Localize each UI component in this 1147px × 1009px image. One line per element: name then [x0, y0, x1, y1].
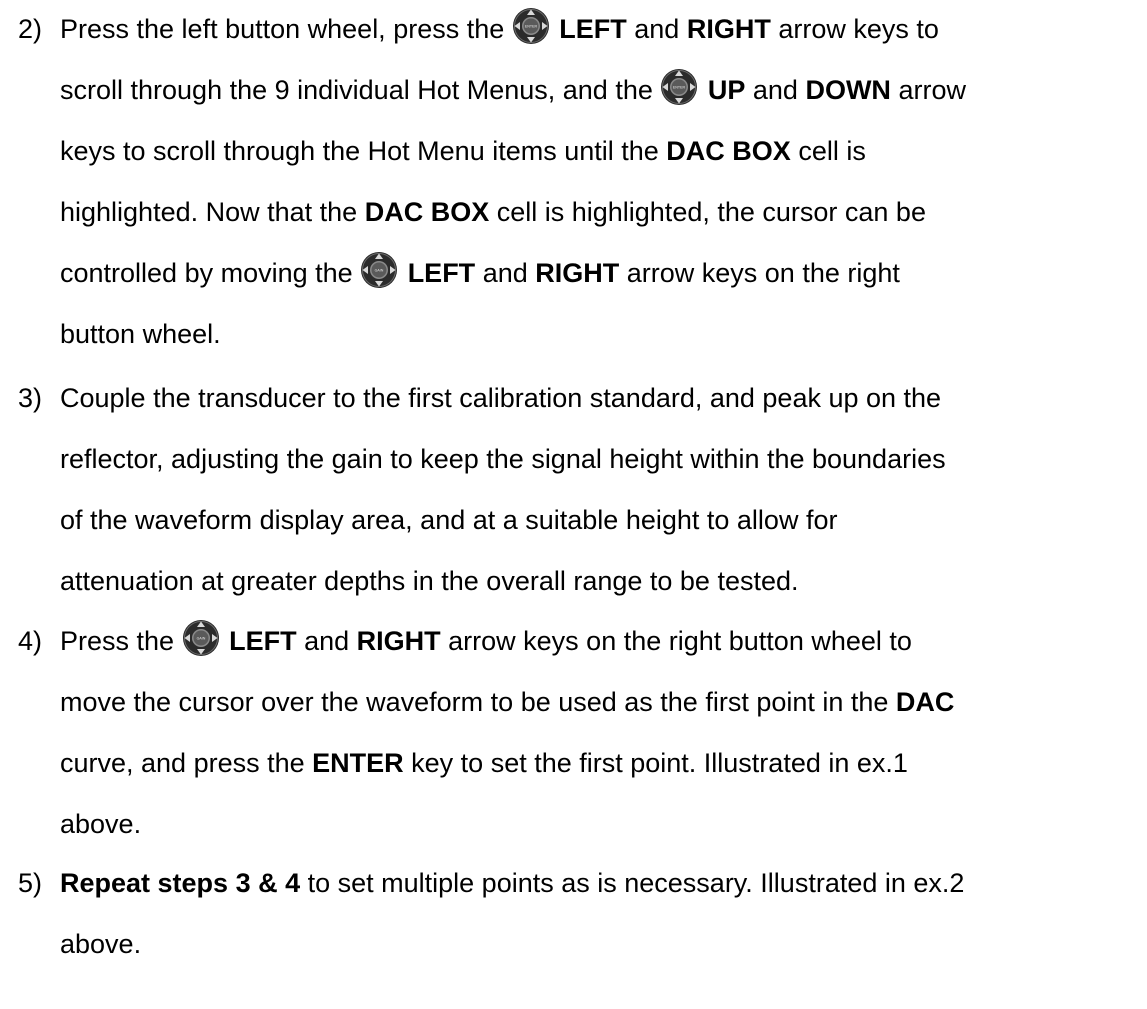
text-line: attenuation at greater depths in the ove…	[60, 554, 799, 608]
gain-wheel-icon: GAIN	[182, 619, 220, 657]
bold-term: Repeat steps 3 & 4	[60, 868, 301, 898]
text-run: scroll through the 9 individual Hot Menu…	[60, 75, 661, 105]
text-run: and	[745, 75, 806, 105]
text-run: keys to scroll through the Hot Menu item…	[60, 136, 667, 166]
text-run: controlled by moving the	[60, 258, 361, 288]
step-number: 4)	[18, 626, 43, 656]
text-run: arrow keys to	[770, 14, 939, 44]
text-run: arrow	[890, 75, 966, 105]
text-line: button wheel.	[60, 307, 221, 361]
icon-center-label: ENTER	[525, 25, 538, 29]
text-line: above.	[60, 797, 141, 851]
text-run: above.	[60, 809, 142, 839]
text-line: keys to scroll through the Hot Menu item…	[60, 124, 866, 178]
text-run: and	[475, 258, 536, 288]
text-line: above.	[60, 917, 141, 971]
text-line: Repeat steps 3 & 4 to set multiple point…	[60, 856, 964, 910]
text-line: curve, and press the ENTER key to set th…	[60, 736, 908, 790]
text-run: cell is highlighted, the cursor can be	[489, 197, 926, 227]
step-number: 3)	[18, 383, 43, 413]
step-number: 5)	[18, 868, 43, 898]
bold-term: LEFT	[407, 258, 476, 288]
text-run: Couple the transducer to the first calib…	[60, 383, 942, 413]
bold-term: UP	[707, 75, 746, 105]
icon-center-label: ENTER	[673, 86, 686, 90]
text-run: to set multiple points as is necessary. …	[300, 868, 965, 898]
text-run: above.	[60, 929, 142, 959]
text-line: reflector, adjusting the gain to keep th…	[60, 432, 946, 486]
text-line: Couple the transducer to the first calib…	[60, 371, 941, 425]
text-line: scroll through the 9 individual Hot Menu…	[60, 63, 966, 117]
enter-wheel-icon: ENTER	[660, 68, 698, 106]
text-run: Press the	[60, 626, 182, 656]
bold-term: DAC BOX	[364, 197, 490, 227]
bold-term: DAC BOX	[666, 136, 791, 166]
text-run: highlighted. Now that the	[60, 197, 365, 227]
bold-term: LEFT	[229, 626, 297, 656]
text-run: of the waveform display area, and at a s…	[60, 505, 838, 535]
text-line: of the waveform display area, and at a s…	[60, 493, 837, 547]
text-run: cell is	[790, 136, 866, 166]
text-run: arrow keys on the right button wheel to	[440, 626, 912, 656]
text-run: and	[296, 626, 357, 656]
bold-term: DOWN	[805, 75, 891, 105]
bold-term: RIGHT	[356, 626, 441, 656]
enter-wheel-icon: ENTER	[512, 7, 550, 45]
bold-term: ENTER	[312, 748, 404, 778]
text-line: highlighted. Now that the DAC BOX cell i…	[60, 185, 926, 239]
text-run: key to set the first point. Illustrated …	[403, 748, 908, 778]
step-number: 2)	[18, 14, 43, 44]
text-run: button wheel.	[60, 319, 221, 349]
text-run: and	[626, 14, 687, 44]
bold-term: DAC	[895, 687, 955, 717]
bold-term: RIGHT	[535, 258, 620, 288]
icon-center-label: GAIN	[375, 269, 384, 273]
bold-term: LEFT	[559, 14, 627, 44]
icon-center-label: GAIN	[196, 637, 205, 641]
text-run	[400, 258, 408, 288]
text-line: controlled by moving the GAIN LEFT and R…	[60, 246, 900, 300]
text-run	[222, 626, 230, 656]
text-run: attenuation at greater depths in the ove…	[60, 566, 799, 596]
text-line: move the cursor over the waveform to be …	[60, 675, 954, 729]
text-run: arrow keys on the right	[619, 258, 900, 288]
text-run: Press the left button wheel, press the	[60, 14, 512, 44]
gain-wheel-icon: GAIN	[360, 251, 398, 289]
document-page: 2) Press the left button wheel, press th…	[0, 0, 1147, 1009]
text-run: move the cursor over the waveform to be …	[60, 687, 896, 717]
text-line: Press the GAIN LEFT and RIGHT arrow keys…	[60, 614, 912, 668]
bold-term: RIGHT	[686, 14, 771, 44]
text-run	[700, 75, 708, 105]
text-run: curve, and press the	[60, 748, 313, 778]
text-run: reflector, adjusting the gain to keep th…	[60, 444, 946, 474]
text-line: Press the left button wheel, press the E…	[60, 2, 939, 56]
